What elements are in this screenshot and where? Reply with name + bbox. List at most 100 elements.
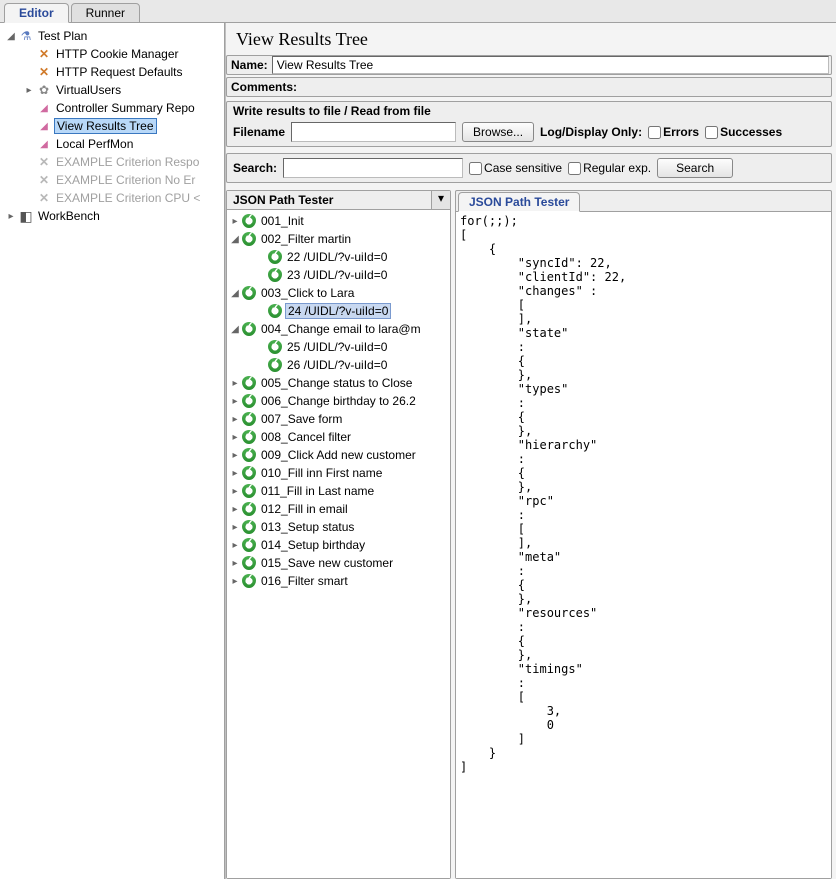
response-tab[interactable]: JSON Path Tester bbox=[458, 192, 580, 212]
result-label: 24 /UIDL/?v-uiId=0 bbox=[285, 303, 391, 319]
tree-item[interactable]: ▸VirtualUsers bbox=[2, 81, 222, 99]
expand-toggle[interactable]: ▸ bbox=[4, 211, 18, 222]
result-node[interactable]: ▸014_Setup birthday bbox=[229, 536, 448, 554]
expand-toggle[interactable]: ◢ bbox=[4, 31, 18, 42]
chart-icon bbox=[36, 136, 52, 152]
tree-label: EXAMPLE Criterion CPU < bbox=[54, 191, 202, 205]
expand-toggle[interactable]: ▸ bbox=[229, 504, 241, 515]
top-tabs: Editor Runner bbox=[0, 0, 836, 23]
successes-checkbox[interactable]: Successes bbox=[705, 125, 782, 139]
result-node[interactable]: ▸ 006_Change birthday to 26.2 bbox=[229, 392, 448, 410]
test-plan-tree: ◢ Test Plan HTTP Cookie Manager HTTP Requ… bbox=[0, 23, 225, 879]
tree-item[interactable]: HTTP Cookie Manager bbox=[2, 45, 222, 63]
tree-item[interactable]: EXAMPLE Criterion No Er bbox=[2, 171, 222, 189]
expand-toggle[interactable]: ▸ bbox=[229, 414, 241, 425]
gear-icon bbox=[36, 82, 52, 98]
tree-item[interactable]: EXAMPLE Criterion Respo bbox=[2, 153, 222, 171]
name-label: Name: bbox=[227, 56, 272, 74]
expand-toggle[interactable]: ▸ bbox=[229, 558, 241, 569]
result-child[interactable]: 24 /UIDL/?v-uiId=0 bbox=[229, 302, 448, 320]
tree-item[interactable]: EXAMPLE Criterion CPU < bbox=[2, 189, 222, 207]
wrench-gray-icon bbox=[36, 154, 52, 170]
result-node[interactable]: ▸011_Fill in Last name bbox=[229, 482, 448, 500]
result-node[interactable]: ▸ 010_Fill inn First name bbox=[229, 464, 448, 482]
shield-check-icon bbox=[241, 321, 257, 337]
result-label: 010_Fill inn First name bbox=[259, 466, 384, 480]
expand-toggle[interactable]: ▸ bbox=[229, 468, 241, 479]
result-node[interactable]: ▸007_Save form bbox=[229, 410, 448, 428]
tree-label: EXAMPLE Criterion No Er bbox=[54, 173, 197, 187]
file-header: Write results to file / Read from file bbox=[227, 102, 831, 120]
tab-runner[interactable]: Runner bbox=[71, 3, 140, 23]
tree-label: HTTP Cookie Manager bbox=[54, 47, 181, 61]
wrench-icon bbox=[36, 64, 52, 80]
shield-check-icon bbox=[241, 519, 257, 535]
expand-toggle[interactable]: ◢ bbox=[229, 324, 241, 335]
tree-label: Controller Summary Repo bbox=[54, 101, 197, 115]
tree-workbench[interactable]: ▸ WorkBench bbox=[2, 207, 222, 225]
result-label: 016_Filter smart bbox=[259, 574, 350, 588]
shield-check-icon bbox=[267, 303, 283, 319]
shield-check-icon bbox=[267, 267, 283, 283]
result-node[interactable]: ▸008_Cancel filter bbox=[229, 428, 448, 446]
result-node[interactable]: ▸001_Init bbox=[229, 212, 448, 230]
expand-toggle[interactable]: ▸ bbox=[229, 378, 241, 389]
expand-toggle[interactable]: ▸ bbox=[229, 576, 241, 587]
shield-check-icon bbox=[241, 501, 257, 517]
chevron-down-icon[interactable]: ▾ bbox=[432, 191, 450, 209]
expand-toggle[interactable]: ▸ bbox=[229, 486, 241, 497]
result-label: 009_Click Add new customer bbox=[259, 448, 418, 462]
renderer-combo[interactable]: JSON Path Tester ▾ bbox=[227, 191, 450, 210]
response-panel: JSON Path Tester for(;;); [ { "syncId": … bbox=[455, 190, 832, 879]
expand-toggle[interactable]: ▸ bbox=[22, 85, 36, 96]
browse-button[interactable]: Browse... bbox=[462, 122, 534, 142]
results-tree: ▸001_Init ◢ 002_Filter martin 22 /UIDL/?v-u… bbox=[227, 210, 450, 878]
result-child[interactable]: 23 /UIDL/?v-uiId=0 bbox=[229, 266, 448, 284]
tree-item[interactable]: View Results Tree bbox=[2, 117, 222, 135]
search-button[interactable]: Search bbox=[657, 158, 733, 178]
tab-editor[interactable]: Editor bbox=[4, 3, 69, 23]
result-label: 006_Change birthday to 26.2 bbox=[259, 394, 418, 408]
expand-toggle[interactable]: ◢ bbox=[229, 288, 241, 299]
result-label: 002_Filter martin bbox=[259, 232, 353, 246]
result-node[interactable]: ▸012_Fill in email bbox=[229, 500, 448, 518]
result-child[interactable]: 25 /UIDL/?v-uiId=0 bbox=[229, 338, 448, 356]
comments-label: Comments: bbox=[227, 78, 301, 96]
results-area: JSON Path Tester ▾ ▸001_Init ◢ 002_Filter … bbox=[226, 190, 832, 879]
errors-checkbox[interactable]: Errors bbox=[648, 125, 699, 139]
result-label: 004_Change email to lara@m bbox=[259, 322, 423, 336]
expand-toggle[interactable]: ▸ bbox=[229, 522, 241, 533]
result-child[interactable]: 22 /UIDL/?v-uiId=0 bbox=[229, 248, 448, 266]
result-node[interactable]: ▸013_Setup status bbox=[229, 518, 448, 536]
expand-toggle[interactable]: ▸ bbox=[229, 216, 241, 227]
shield-check-icon bbox=[241, 573, 257, 589]
tree-item[interactable]: Controller Summary Repo bbox=[2, 99, 222, 117]
search-input[interactable] bbox=[283, 158, 463, 178]
tree-label: Local PerfMon bbox=[54, 137, 135, 151]
expand-toggle[interactable]: ▸ bbox=[229, 450, 241, 461]
tree-item[interactable]: Local PerfMon bbox=[2, 135, 222, 153]
result-node[interactable]: ▸ 016_Filter smart bbox=[229, 572, 448, 590]
shield-check-icon bbox=[241, 483, 257, 499]
result-node[interactable]: ▸005_Change status to Close bbox=[229, 374, 448, 392]
tree-item[interactable]: HTTP Request Defaults bbox=[2, 63, 222, 81]
result-node[interactable]: ◢003_Click to Lara bbox=[229, 284, 448, 302]
result-node[interactable]: ◢ 002_Filter martin bbox=[229, 230, 448, 248]
response-body[interactable]: for(;;); [ { "syncId": 22, "clientId": 2… bbox=[456, 212, 831, 878]
regular-exp-checkbox[interactable]: Regular exp. bbox=[568, 161, 651, 175]
expand-toggle[interactable]: ▸ bbox=[229, 540, 241, 551]
result-label: 015_Save new customer bbox=[259, 556, 395, 570]
combo-value: JSON Path Tester bbox=[227, 191, 432, 209]
filename-input[interactable] bbox=[291, 122, 456, 142]
expand-toggle[interactable]: ▸ bbox=[229, 396, 241, 407]
result-node[interactable]: ◢ 004_Change email to lara@m bbox=[229, 320, 448, 338]
name-input[interactable] bbox=[272, 56, 829, 74]
expand-toggle[interactable]: ▸ bbox=[229, 432, 241, 443]
expand-toggle[interactable]: ◢ bbox=[229, 234, 241, 245]
result-node[interactable]: ▸ 009_Click Add new customer bbox=[229, 446, 448, 464]
tree-test-plan[interactable]: ◢ Test Plan bbox=[2, 27, 222, 45]
case-sensitive-checkbox[interactable]: Case sensitive bbox=[469, 161, 562, 175]
shield-check-icon bbox=[241, 447, 257, 463]
result-child[interactable]: 26 /UIDL/?v-uiId=0 bbox=[229, 356, 448, 374]
result-node[interactable]: ▸ 015_Save new customer bbox=[229, 554, 448, 572]
